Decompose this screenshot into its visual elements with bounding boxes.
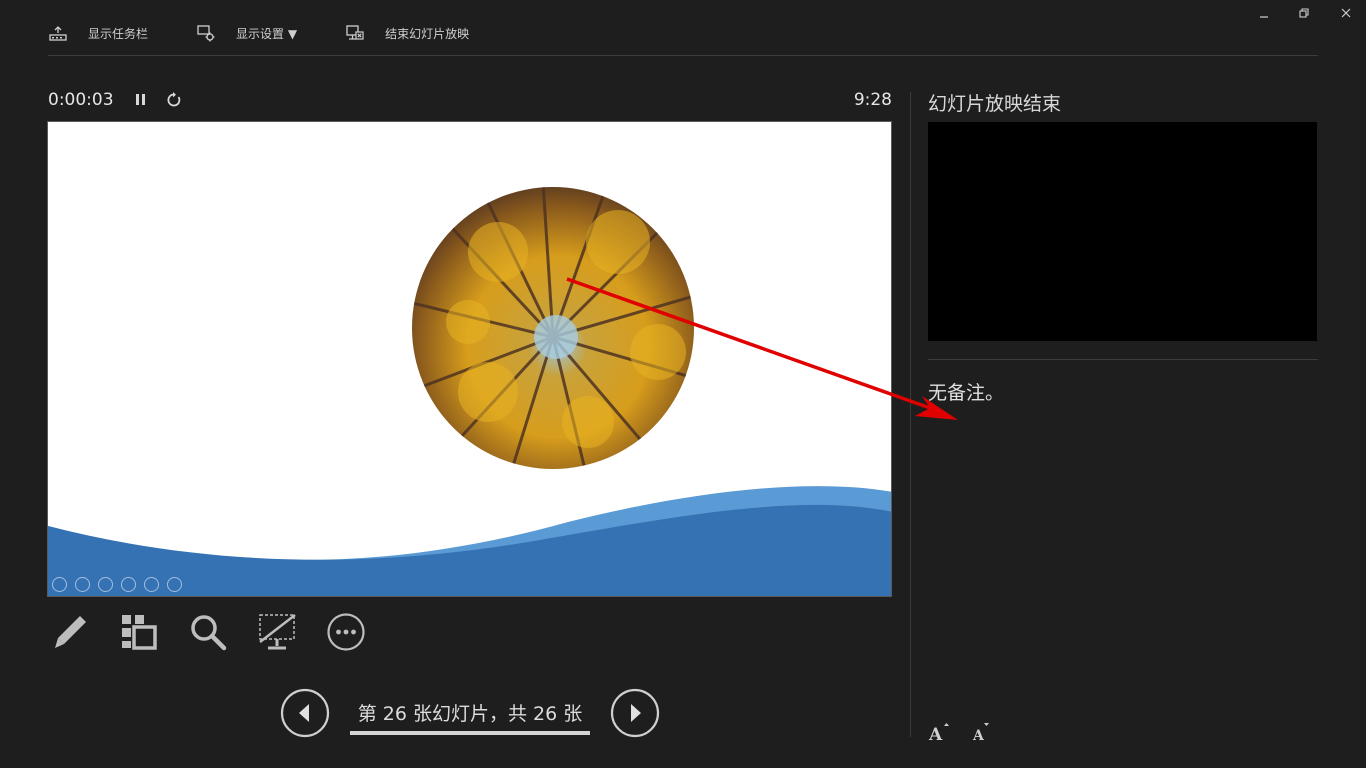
zoom-button[interactable]	[186, 610, 230, 654]
black-screen-icon	[259, 614, 296, 650]
pen-tool-button[interactable]	[48, 610, 92, 654]
more-options-button[interactable]	[324, 610, 368, 654]
slide-tools	[48, 610, 393, 654]
close-button[interactable]	[1331, 4, 1361, 22]
pause-icon	[136, 94, 145, 105]
slide-counter-underline	[350, 731, 590, 735]
minimize-button[interactable]	[1249, 4, 1279, 22]
restart-timer-button[interactable]	[165, 91, 183, 109]
toolbar-divider	[48, 55, 1318, 56]
next-icon	[610, 688, 660, 738]
see-all-slides-icon	[122, 615, 157, 650]
display-settings-button[interactable]: 显示设置 ▼	[196, 23, 297, 43]
more-options-icon	[327, 613, 365, 651]
speaker-notes[interactable]: 无备注。	[928, 378, 1004, 405]
decrease-font-button[interactable]: A	[970, 720, 994, 744]
mini-prev-icon[interactable]	[52, 577, 67, 592]
zoom-icon	[191, 615, 227, 651]
close-icon	[1341, 8, 1351, 18]
slide-canvas	[48, 187, 891, 596]
current-slide[interactable]	[47, 121, 892, 597]
notes-divider[interactable]	[928, 359, 1318, 360]
decrease-font-icon: A	[972, 723, 989, 744]
minimize-icon	[1260, 16, 1268, 18]
display-settings-icon	[197, 25, 215, 42]
presenter-view: 显示任务栏 显示设置 ▼ 结束幻灯片放映 0:00:03 9:28 第 26 张…	[0, 0, 1366, 768]
next-slide-title: 幻灯片放映结束	[928, 93, 1062, 115]
taskbar-icon	[49, 26, 67, 41]
display-settings-label: 显示设置 ▼	[236, 26, 298, 41]
black-screen-button[interactable]	[255, 610, 299, 654]
slide-counter[interactable]: 第 26 张幻灯片，共 26 张	[350, 699, 590, 726]
current-time: 9:28	[853, 90, 892, 110]
top-toolbar: 显示任务栏 显示设置 ▼ 结束幻灯片放映	[48, 18, 469, 48]
mini-next-icon[interactable]	[75, 577, 90, 592]
previous-icon	[280, 688, 330, 738]
elapsed-timer: 0:00:03	[48, 90, 114, 110]
restore-icon	[1299, 8, 1309, 18]
slide-mini-controls	[52, 577, 190, 592]
mini-more-icon[interactable]	[167, 577, 182, 592]
tree-canopy-photo	[412, 187, 694, 469]
mini-zoom-icon[interactable]	[144, 577, 159, 592]
see-all-slides-button[interactable]	[117, 610, 161, 654]
svg-text:A: A	[972, 728, 985, 744]
end-show-icon	[346, 25, 364, 40]
next-slide-preview[interactable]	[928, 122, 1317, 341]
previous-slide-button[interactable]	[280, 688, 330, 738]
pen-icon	[55, 616, 86, 648]
mini-slides-icon[interactable]	[121, 577, 136, 592]
restore-button[interactable]	[1289, 4, 1319, 22]
reset-icon	[167, 92, 181, 107]
pause-timer-button[interactable]	[132, 91, 150, 109]
end-slideshow-button[interactable]: 结束幻灯片放映	[345, 23, 469, 43]
mini-pen-icon[interactable]	[98, 577, 113, 592]
next-slide-button[interactable]	[610, 688, 660, 738]
increase-font-icon: A	[928, 723, 949, 745]
increase-font-button[interactable]: A	[927, 720, 951, 745]
show-taskbar-button[interactable]: 显示任务栏	[48, 23, 148, 43]
svg-text:A: A	[928, 725, 943, 744]
show-taskbar-label: 显示任务栏	[88, 26, 149, 41]
pane-divider[interactable]	[910, 92, 911, 737]
end-slideshow-label: 结束幻灯片放映	[385, 26, 470, 41]
